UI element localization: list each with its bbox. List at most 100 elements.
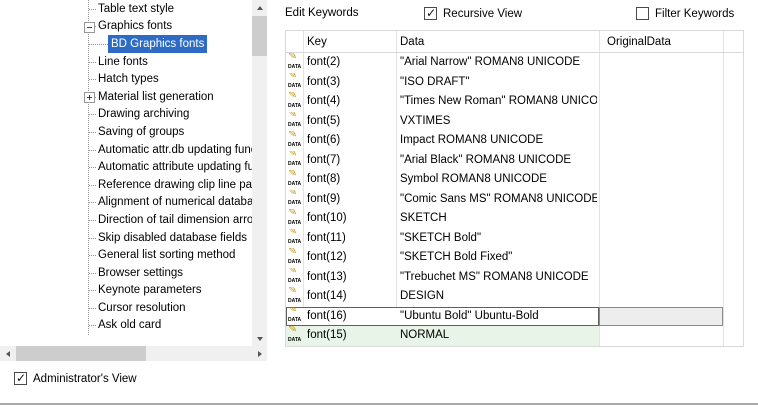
key-cell[interactable]: font(7) <box>307 151 395 171</box>
tree-item[interactable]: Direction of tail dimension arrow <box>0 211 252 229</box>
key-cell[interactable]: font(3) <box>307 73 395 93</box>
pencil-data-icon[interactable]: DATA <box>287 55 303 71</box>
tree-item[interactable]: Alignment of numerical databas <box>0 194 252 212</box>
data-cell[interactable]: "Arial Black" ROMAN8 UNICODE <box>400 151 597 171</box>
key-cell[interactable]: font(2) <box>307 53 395 73</box>
tree-item[interactable]: Automatic attr.db updating func <box>0 141 252 159</box>
tree-vertical-scrollbar[interactable] <box>252 0 267 346</box>
key-cell[interactable]: font(10) <box>307 209 395 229</box>
key-cell[interactable]: font(16) <box>307 307 395 327</box>
key-cell[interactable]: font(8) <box>307 170 395 190</box>
tree-item[interactable]: Skip disabled database fields <box>0 229 252 247</box>
originaldata-cell[interactable] <box>603 287 721 307</box>
table-row[interactable]: DATAfont(4)"Times New Roman" ROMAN8 UNIC… <box>286 92 743 112</box>
tree-item[interactable]: Reference drawing clip line para <box>0 176 252 194</box>
pencil-data-icon[interactable]: DATA <box>287 133 303 149</box>
scroll-left-icon[interactable] <box>0 346 15 361</box>
key-cell[interactable]: font(11) <box>307 229 395 249</box>
tree-item[interactable]: Browser settings <box>0 264 252 282</box>
pencil-data-icon[interactable]: DATA <box>287 113 303 129</box>
pencil-data-icon[interactable]: DATA <box>287 269 303 285</box>
scroll-up-icon[interactable] <box>252 0 267 15</box>
pencil-data-icon[interactable]: DATA <box>287 289 303 305</box>
originaldata-cell[interactable] <box>603 248 721 268</box>
originaldata-cell[interactable] <box>603 170 721 190</box>
key-cell[interactable]: font(13) <box>307 268 395 288</box>
tree-item[interactable]: Automatic attribute updating fu <box>0 158 252 176</box>
filter-keywords-checkbox[interactable]: Filter Keywords <box>636 6 734 21</box>
tree-item[interactable]: Ask old card <box>0 317 252 335</box>
tree-item[interactable]: Graphics fonts <box>0 18 252 36</box>
data-cell[interactable]: "Comic Sans MS" ROMAN8 UNICODE <box>400 190 597 210</box>
collapse-box-icon[interactable] <box>84 22 95 33</box>
tree-horizontal-scrollbar[interactable] <box>0 346 267 361</box>
tree-item[interactable]: BD Graphics fonts <box>0 35 252 53</box>
tree-item[interactable]: Drawing archiving <box>0 106 252 124</box>
recursive-view-checkbox[interactable]: Recursive View <box>424 6 522 21</box>
pencil-data-icon[interactable]: DATA <box>287 328 303 344</box>
pencil-data-icon[interactable]: DATA <box>287 250 303 266</box>
key-cell[interactable]: font(15) <box>307 326 395 346</box>
column-header-originaldata[interactable]: OriginalData <box>607 31 671 53</box>
table-row[interactable]: DATAfont(8)Symbol ROMAN8 UNICODE <box>286 170 743 190</box>
table-row[interactable]: DATAfont(16)"Ubuntu Bold" Ubuntu-Bold <box>286 307 743 327</box>
data-cell[interactable]: "Trebuchet MS" ROMAN8 UNICODE <box>400 268 597 288</box>
tree-item[interactable]: Table text style <box>0 0 252 18</box>
tree-item[interactable]: Keynote parameters <box>0 282 252 300</box>
key-cell[interactable]: font(6) <box>307 131 395 151</box>
table-row[interactable]: DATAfont(10)SKETCH <box>286 209 743 229</box>
originaldata-cell[interactable] <box>603 73 721 93</box>
pencil-data-icon[interactable]: DATA <box>287 308 303 324</box>
checkbox-box-icon[interactable] <box>636 7 649 20</box>
originaldata-cell[interactable] <box>603 92 721 112</box>
checkbox-box-icon[interactable] <box>14 372 27 385</box>
originaldata-cell[interactable] <box>603 112 721 132</box>
pencil-data-icon[interactable]: DATA <box>287 74 303 90</box>
key-cell[interactable]: font(4) <box>307 92 395 112</box>
key-cell[interactable]: font(5) <box>307 112 395 132</box>
data-cell[interactable]: Impact ROMAN8 UNICODE <box>400 131 597 151</box>
key-cell[interactable]: font(9) <box>307 190 395 210</box>
data-cell[interactable]: DESIGN <box>400 287 597 307</box>
tree-item[interactable]: General list sorting method <box>0 246 252 264</box>
scroll-down-icon[interactable] <box>252 331 267 346</box>
tree-item[interactable]: Saving of groups <box>0 123 252 141</box>
administrators-view-checkbox[interactable]: Administrator's View <box>14 371 137 386</box>
data-cell[interactable]: "Ubuntu Bold" Ubuntu-Bold <box>400 307 597 327</box>
originaldata-cell[interactable] <box>603 151 721 171</box>
key-cell[interactable]: font(14) <box>307 287 395 307</box>
originaldata-cell[interactable] <box>603 326 721 346</box>
table-row[interactable]: DATAfont(7)"Arial Black" ROMAN8 UNICODE <box>286 151 743 171</box>
column-header-key[interactable]: Key <box>307 31 327 53</box>
key-cell[interactable]: font(12) <box>307 248 395 268</box>
scroll-right-icon[interactable] <box>252 346 267 361</box>
table-row[interactable]: DATAfont(11)"SKETCH Bold" <box>286 229 743 249</box>
originaldata-cell[interactable] <box>603 53 721 73</box>
tree-item[interactable]: Material list generation <box>0 88 252 106</box>
data-cell[interactable]: Symbol ROMAN8 UNICODE <box>400 170 597 190</box>
vertical-scroll-thumb[interactable] <box>252 16 267 56</box>
column-header-data[interactable]: Data <box>400 31 424 53</box>
originaldata-cell[interactable] <box>603 229 721 249</box>
horizontal-scroll-thumb[interactable] <box>16 346 146 361</box>
table-row[interactable]: DATAfont(15)NORMAL <box>286 326 743 346</box>
data-cell[interactable]: NORMAL <box>400 326 597 346</box>
pencil-data-icon[interactable]: DATA <box>287 94 303 110</box>
originaldata-cell[interactable] <box>603 131 721 151</box>
table-row[interactable]: DATAfont(12)"SKETCH Bold Fixed" <box>286 248 743 268</box>
data-cell[interactable]: "SKETCH Bold Fixed" <box>400 248 597 268</box>
table-row[interactable]: DATAfont(5)VXTIMES <box>286 112 743 132</box>
table-row[interactable]: DATAfont(13)"Trebuchet MS" ROMAN8 UNICOD… <box>286 268 743 288</box>
pencil-data-icon[interactable]: DATA <box>287 152 303 168</box>
pencil-data-icon[interactable]: DATA <box>287 230 303 246</box>
data-cell[interactable]: "Times New Roman" ROMAN8 UNICO... <box>400 92 597 112</box>
tree-item[interactable]: Hatch types <box>0 70 252 88</box>
originaldata-cell[interactable] <box>603 190 721 210</box>
data-cell[interactable]: SKETCH <box>400 209 597 229</box>
expand-box-icon[interactable] <box>84 92 95 103</box>
originaldata-cell[interactable] <box>603 307 721 327</box>
data-cell[interactable]: VXTIMES <box>400 112 597 132</box>
pencil-data-icon[interactable]: DATA <box>287 211 303 227</box>
pencil-data-icon[interactable]: DATA <box>287 172 303 188</box>
tree-item[interactable]: Cursor resolution <box>0 299 252 317</box>
